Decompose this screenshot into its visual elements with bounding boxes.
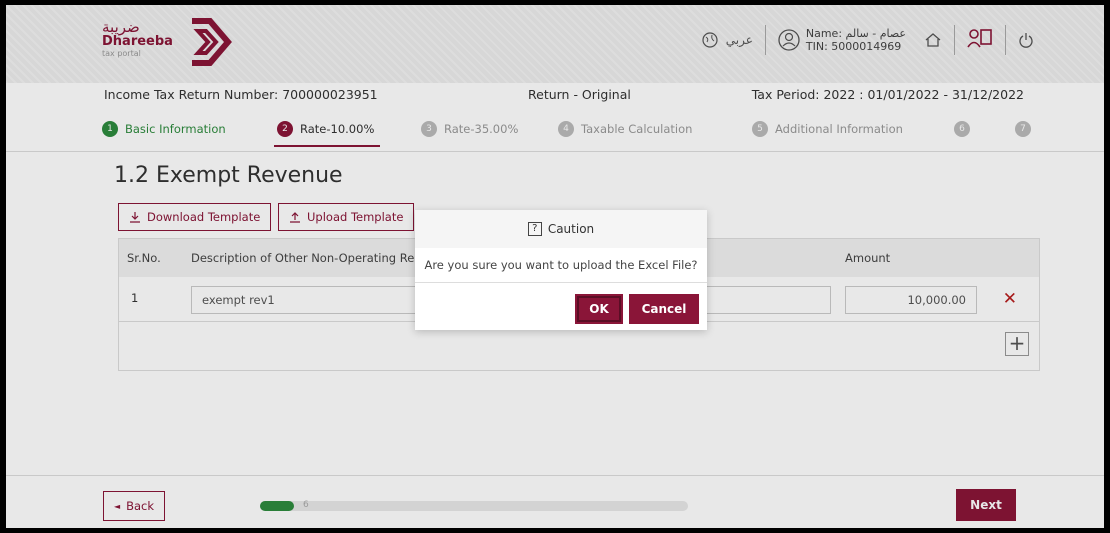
dialog-message: Are you sure you want to upload the Exce… <box>415 248 707 283</box>
question-icon: ? <box>527 222 542 236</box>
app-frame: ضريبة Dhareeba tax portal عربي Name: عصا… <box>6 5 1104 528</box>
cancel-button[interactable]: Cancel <box>629 294 699 324</box>
caution-dialog: ? Caution Are you sure you want to uploa… <box>415 210 707 330</box>
dialog-title: Caution <box>547 222 595 236</box>
dialog-buttons: OK Cancel <box>575 294 699 324</box>
dialog-header: ? Caution <box>415 210 707 248</box>
ok-button[interactable]: OK <box>575 294 623 324</box>
